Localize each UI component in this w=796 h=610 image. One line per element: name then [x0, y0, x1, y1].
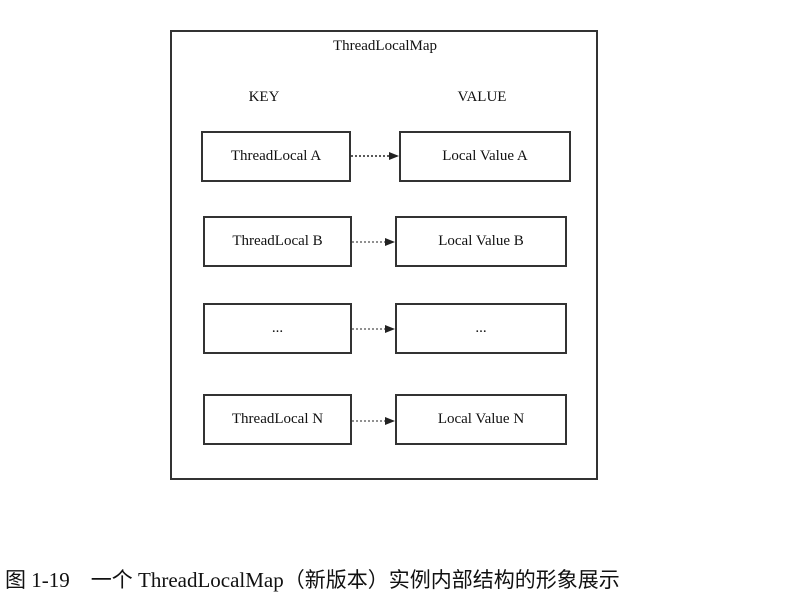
figure-caption: 图 1-19 一个 ThreadLocalMap（新版本）实例内部结构的形象展示	[5, 568, 620, 592]
value-box-b: Local Value B	[395, 216, 567, 267]
key-box-b: ThreadLocal B	[203, 216, 352, 267]
value-box-a: Local Value A	[399, 131, 571, 182]
key-box-n: ThreadLocal N	[203, 394, 352, 445]
value-box-ellipsis: ...	[395, 303, 567, 354]
value-box-n: Local Value N	[395, 394, 567, 445]
key-box-ellipsis: ...	[203, 303, 352, 354]
key-box-a: ThreadLocal A	[201, 131, 351, 182]
